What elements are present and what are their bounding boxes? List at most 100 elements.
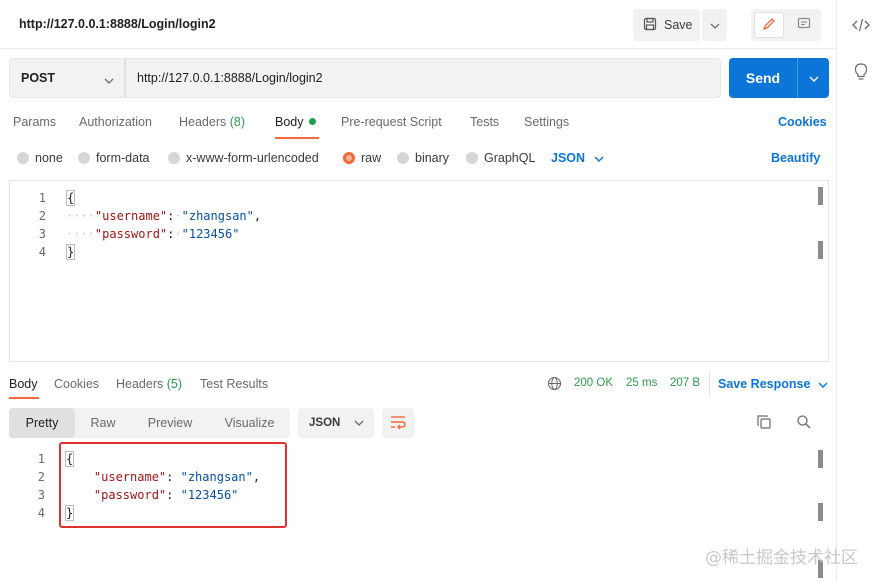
tab-body[interactable]: Body (275, 115, 316, 129)
response-format-select[interactable]: JSON (298, 408, 374, 438)
tab-params[interactable]: Params (13, 115, 56, 129)
view-visualize[interactable]: Visualize (209, 408, 290, 438)
active-response-tab-indicator (9, 397, 39, 399)
postman-main-panel: http://127.0.0.1:8888/Login/login2 Save (0, 0, 836, 582)
radio-x-www-form-urlencoded[interactable]: x-www-form-urlencoded (168, 151, 319, 165)
status-divider (709, 374, 710, 394)
view-raw[interactable]: Raw (75, 408, 131, 438)
line-number: 3 (38, 227, 46, 241)
view-mode-toggle (751, 9, 821, 41)
annotation-highlight-box (59, 442, 287, 528)
tab-pre-request-script[interactable]: Pre-request Script (341, 115, 442, 129)
save-options-button[interactable] (702, 9, 727, 41)
json-value: "zhangsan" (181, 209, 254, 223)
line-number: 1 (37, 452, 45, 466)
send-label: Send (745, 70, 781, 86)
radio-form-data[interactable]: form-data (78, 151, 150, 165)
editor-scrollbar[interactable] (818, 187, 823, 205)
response-scrollbar[interactable] (818, 450, 823, 468)
response-tab-body[interactable]: Body (9, 377, 38, 391)
radio-raw[interactable]: raw (343, 151, 381, 165)
save-button[interactable]: Save (633, 9, 700, 41)
radio-indicator (466, 152, 478, 164)
radio-indicator (168, 152, 180, 164)
line-number: 4 (37, 506, 45, 520)
cookies-link[interactable]: Cookies (778, 115, 827, 129)
globe-icon[interactable] (547, 376, 562, 394)
json-close-brace: } (66, 244, 76, 260)
method-label: POST (21, 71, 56, 85)
request-title[interactable]: http://127.0.0.1:8888/Login/login2 (19, 17, 216, 31)
lightbulb-icon[interactable] (851, 62, 871, 82)
response-tab-cookies[interactable]: Cookies (54, 377, 99, 391)
save-label: Save (664, 18, 693, 32)
save-response-button[interactable]: Save Response (718, 377, 828, 391)
line-number: 3 (37, 488, 45, 502)
radio-binary[interactable]: binary (397, 151, 449, 165)
tab-headers-label: Headers (179, 115, 227, 129)
status-code[interactable]: 200 OK (574, 377, 613, 389)
comment-icon (797, 17, 811, 34)
wrap-lines-icon (390, 415, 406, 432)
url-input[interactable]: http://127.0.0.1:8888/Login/login2 (125, 58, 721, 98)
editor-scrollbar-marker (818, 241, 823, 259)
chevron-down-icon (809, 71, 819, 85)
radio-indicator-selected (343, 152, 355, 164)
response-format-label: JSON (309, 417, 341, 429)
radio-label: GraphQL (484, 151, 536, 165)
url-value: http://127.0.0.1:8888/Login/login2 (137, 71, 323, 85)
beautify-button[interactable]: Beautify (771, 151, 820, 165)
request-title-bar: http://127.0.0.1:8888/Login/login2 Save (0, 0, 836, 49)
view-preview[interactable]: Preview (131, 408, 209, 438)
view-pretty[interactable]: Pretty (9, 408, 75, 438)
line-number: 1 (38, 191, 46, 205)
body-format-label: JSON (551, 151, 586, 165)
request-body-editor[interactable]: 1 2 3 4 { ····"username":·"zhangsan", ··… (9, 180, 829, 362)
line-number: 4 (38, 245, 46, 259)
response-time[interactable]: 25 ms (626, 377, 657, 389)
search-icon[interactable] (796, 414, 812, 433)
tab-authorization[interactable]: Authorization (79, 115, 152, 129)
json-key: "password" (94, 227, 168, 241)
chevron-down-icon (818, 377, 828, 391)
body-format-select[interactable]: JSON (551, 151, 604, 165)
radio-indicator (78, 152, 90, 164)
send-options-button[interactable] (797, 58, 829, 98)
radio-graphql[interactable]: GraphQL (466, 151, 535, 165)
chevron-down-icon (710, 18, 720, 32)
line-number: 2 (37, 470, 45, 484)
response-tab-headers-count: (5) (166, 377, 183, 391)
json-line-username: ····"username":·"zhangsan", (66, 209, 262, 223)
send-button[interactable]: Send (729, 58, 797, 98)
method-select[interactable]: POST (9, 58, 125, 98)
json-value: "123456" (181, 227, 240, 241)
copy-icon[interactable] (756, 414, 772, 433)
tab-tests[interactable]: Tests (470, 115, 499, 129)
response-tab-test-results[interactable]: Test Results (200, 377, 268, 391)
json-line-password: ····"password":·"123456" (66, 227, 240, 241)
response-scrollbar-marker (818, 503, 823, 521)
response-size[interactable]: 207 B (670, 377, 700, 389)
json-open-brace: { (66, 190, 76, 206)
radio-indicator (397, 152, 409, 164)
radio-label: form-data (96, 151, 150, 165)
radio-label: raw (361, 151, 382, 165)
radio-indicator (17, 152, 29, 164)
tab-headers[interactable]: Headers (8) (179, 115, 245, 129)
documentation-mode-button[interactable] (789, 12, 819, 38)
chevron-down-icon (354, 417, 364, 429)
tab-settings[interactable]: Settings (524, 115, 569, 129)
json-key: "username" (94, 209, 168, 223)
line-number: 2 (38, 209, 46, 223)
chevron-down-icon (104, 73, 114, 87)
edit-mode-button[interactable] (754, 12, 784, 38)
body-modified-indicator (308, 118, 316, 125)
pencil-icon (762, 17, 776, 34)
active-tab-indicator (275, 137, 319, 139)
tab-body-label: Body (275, 115, 304, 129)
code-icon[interactable] (851, 15, 871, 35)
response-tab-headers[interactable]: Headers (5) (116, 377, 182, 391)
save-response-label: Save Response (718, 377, 811, 391)
wrap-lines-button[interactable] (382, 408, 414, 438)
radio-none[interactable]: none (17, 151, 63, 165)
